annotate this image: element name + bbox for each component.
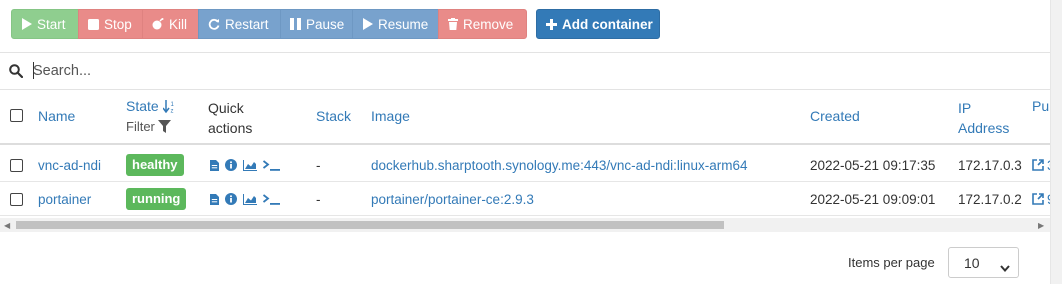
items-per-page-value: 10	[964, 254, 980, 271]
select-all-checkbox-wrap	[10, 109, 23, 122]
header-name[interactable]: Name	[38, 108, 75, 124]
search-bar	[0, 52, 1050, 90]
trash-icon	[448, 18, 458, 30]
row-checkbox[interactable]	[10, 192, 23, 206]
stats-icon[interactable]	[243, 193, 257, 205]
container-actions-toolbar: Start Stop Kill Restart Pause Resume Rem…	[11, 9, 660, 39]
resume-label: Resume	[378, 16, 429, 32]
svg-text:1: 1	[170, 102, 174, 108]
filter-icon	[157, 120, 171, 133]
select-all-checkbox[interactable]	[10, 109, 23, 122]
console-icon[interactable]	[263, 193, 281, 205]
ip-address-cell: 172.17.0.3	[958, 157, 1022, 173]
header-stack[interactable]: Stack	[316, 108, 351, 124]
chevron-down-icon	[1000, 259, 1010, 275]
bomb-icon	[152, 18, 164, 30]
svg-text:z: z	[170, 108, 173, 113]
port-link[interactable]: 9	[1032, 182, 1050, 216]
stats-icon[interactable]	[243, 159, 257, 171]
header-created[interactable]: Created	[810, 108, 860, 124]
info-icon[interactable]	[225, 159, 237, 171]
remove-label: Remove	[463, 16, 514, 32]
start-button[interactable]: Start	[11, 9, 79, 39]
restart-button[interactable]: Restart	[198, 9, 281, 39]
quick-actions	[210, 182, 281, 216]
action-button-group: Start Stop Kill Restart Pause Resume Rem…	[11, 9, 527, 39]
header-ports[interactable]: Pu	[1032, 98, 1049, 114]
stack-cell: -	[316, 191, 321, 207]
pause-icon	[290, 18, 301, 30]
vertical-scrollbar[interactable]	[1050, 0, 1062, 284]
items-per-page-select[interactable]: 10	[948, 247, 1019, 278]
pause-label: Pause	[306, 16, 345, 32]
state-cell: running	[126, 182, 187, 216]
state-filter[interactable]: Filter	[126, 119, 171, 134]
add-container-label: Add container	[562, 16, 653, 32]
console-icon[interactable]	[263, 159, 281, 171]
scroll-right-arrow-icon[interactable]: ▶	[1038, 221, 1044, 230]
items-per-page-label: Items per page	[848, 255, 935, 270]
header-ip-address[interactable]: IP Address	[958, 98, 1009, 138]
table-row: vnc-ad-ndi healthy - dockerhub.sharptoot…	[0, 148, 1050, 182]
kill-button[interactable]: Kill	[142, 9, 199, 39]
header-quick-actions-line2: actions	[208, 120, 253, 136]
stack-cell: -	[316, 157, 321, 173]
row-checkbox[interactable]	[10, 158, 23, 172]
external-link-icon	[1032, 193, 1044, 205]
info-icon[interactable]	[225, 193, 237, 205]
resume-button[interactable]: Resume	[352, 9, 439, 39]
header-state[interactable]: State 1z	[126, 98, 177, 114]
add-container-button[interactable]: Add container	[536, 9, 660, 39]
search-input[interactable]	[31, 58, 635, 84]
container-name-link[interactable]: portainer	[38, 182, 91, 216]
horizontal-scrollbar[interactable]: ◀ ▶	[0, 218, 1050, 232]
stop-label: Stop	[104, 16, 132, 32]
container-name-link[interactable]: vnc-ad-ndi	[38, 148, 101, 182]
row-checkbox-wrap	[10, 182, 23, 216]
logs-icon[interactable]	[210, 159, 219, 171]
containers-panel: Start Stop Kill Restart Pause Resume Rem…	[0, 0, 1050, 284]
quick-actions	[210, 148, 281, 182]
search-icon	[9, 64, 24, 81]
row-checkbox-wrap	[10, 148, 23, 182]
image-link[interactable]: portainer/portainer-ce:2.9.3	[371, 182, 534, 216]
pause-button[interactable]: Pause	[280, 9, 353, 39]
port-link[interactable]: 3	[1032, 148, 1050, 182]
text-caret	[33, 62, 34, 79]
stop-button[interactable]: Stop	[78, 9, 143, 39]
start-label: Start	[37, 16, 66, 32]
created-cell: 2022-05-21 09:09:01	[810, 191, 936, 207]
logs-icon[interactable]	[210, 193, 219, 205]
kill-label: Kill	[169, 16, 188, 32]
state-filter-label: Filter	[126, 119, 155, 134]
header-ip-line1: IP	[958, 100, 972, 116]
header-image[interactable]: Image	[371, 108, 410, 124]
plus-icon	[546, 18, 557, 30]
scrollbar-thumb[interactable]	[16, 221, 724, 229]
state-cell: healthy	[126, 148, 184, 182]
external-link-icon	[1032, 159, 1044, 171]
image-link[interactable]: dockerhub.sharptooth.synology.me:443/vnc…	[371, 148, 747, 182]
status-badge: running	[126, 188, 187, 210]
sort-icon: 1z	[162, 99, 177, 113]
restart-label: Restart	[225, 16, 269, 32]
play-icon	[21, 18, 32, 30]
status-badge: healthy	[126, 154, 184, 176]
header-quick-actions: Quick actions	[208, 98, 252, 138]
table-header: Name State 1z Filter Quick actions Stack…	[0, 89, 1050, 145]
ip-address-cell: 172.17.0.2	[958, 191, 1022, 207]
header-ip-line2: Address	[958, 120, 1010, 136]
stop-icon	[88, 18, 99, 30]
refresh-icon	[208, 18, 220, 30]
header-state-label: State	[126, 98, 159, 114]
remove-button[interactable]: Remove	[438, 9, 527, 39]
table-row: portainer running - portainer/portainer-…	[0, 182, 1050, 216]
created-cell: 2022-05-21 09:17:35	[810, 157, 936, 173]
play-icon	[362, 18, 373, 30]
header-quick-actions-line1: Quick	[208, 100, 244, 116]
scroll-left-arrow-icon[interactable]: ◀	[4, 221, 10, 230]
